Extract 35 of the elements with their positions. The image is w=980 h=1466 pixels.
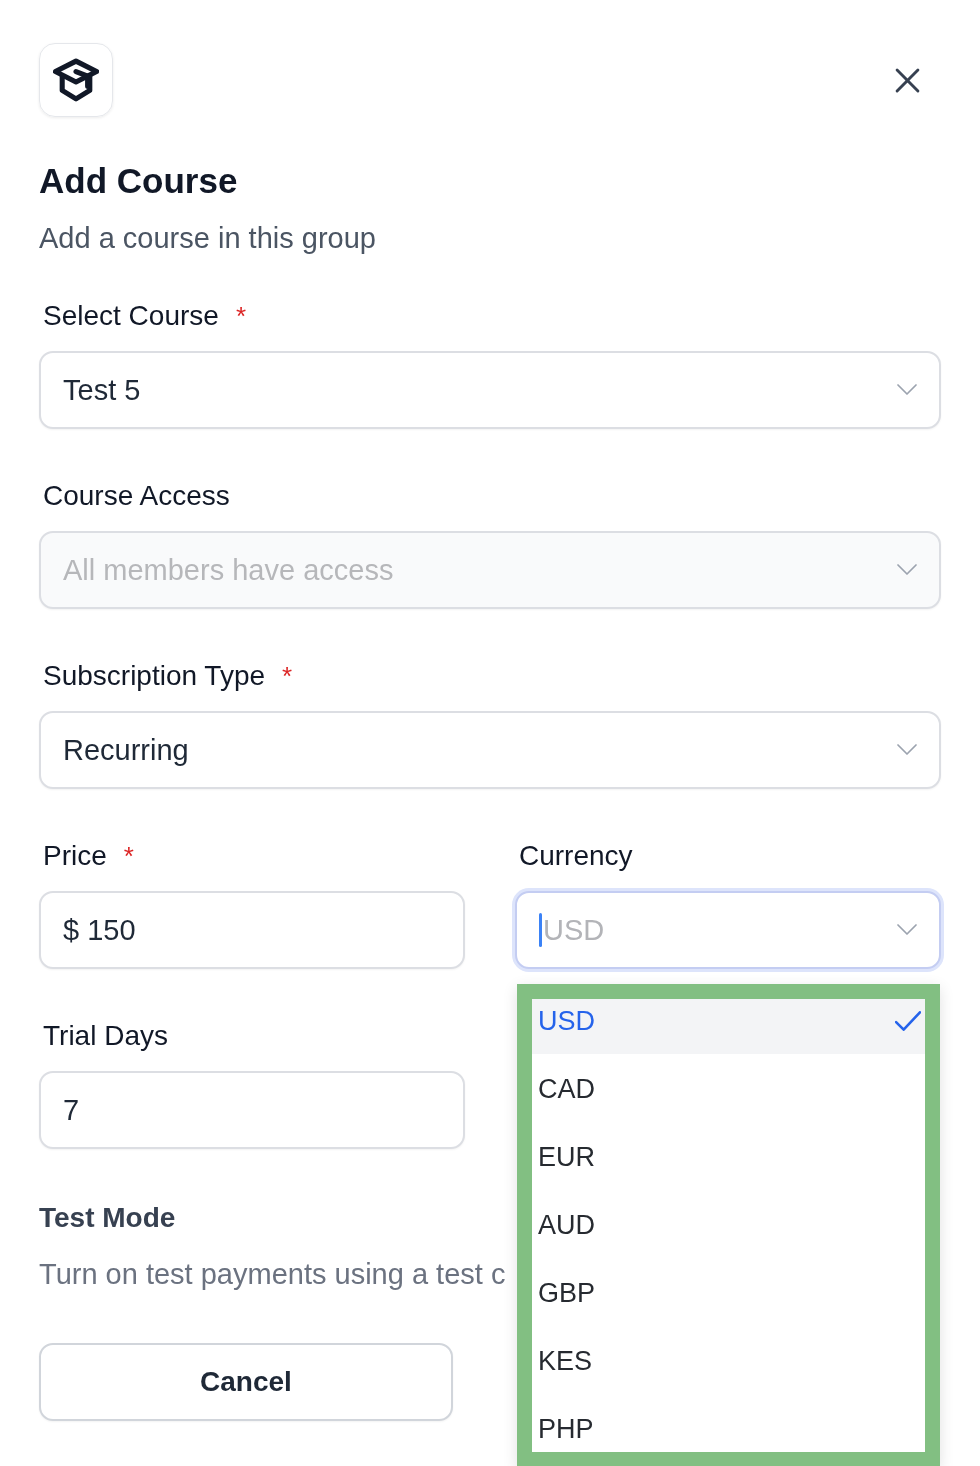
currency-option[interactable]: USD [532, 999, 925, 1054]
chevron-down-icon [897, 564, 917, 576]
chevron-down-icon [897, 384, 917, 396]
text-input[interactable]: $ 150 [39, 891, 465, 969]
currency-select-field[interactable]: USD [515, 891, 941, 969]
field-label: Select Course [43, 299, 219, 333]
close-icon[interactable] [895, 67, 920, 93]
select-field[interactable]: Test 5 [39, 351, 941, 429]
currency-search-input[interactable]: USD [543, 912, 603, 948]
currency-option[interactable]: CAD [532, 1067, 925, 1122]
currency-option[interactable]: KES [532, 1339, 925, 1394]
required-asterisk: * [282, 660, 293, 693]
field-label: Currency [519, 839, 633, 873]
currency-option[interactable]: PHP [532, 1407, 925, 1451]
chevron-down-icon [897, 924, 917, 936]
chevron-down-icon [897, 744, 917, 756]
text-input[interactable]: 7 [39, 1071, 465, 1149]
cancel-button[interactable]: Cancel [39, 1343, 453, 1421]
required-asterisk: * [123, 840, 134, 873]
field-label: Course Access [43, 479, 230, 513]
required-asterisk: * [235, 300, 246, 333]
test-mode-description: Turn on test payments using a test c [39, 1257, 506, 1292]
graduation-cap-icon [39, 43, 113, 117]
currency-option[interactable]: GBP [532, 1271, 925, 1326]
select-field[interactable]: Recurring [39, 711, 941, 789]
dialog-title: Add Course [39, 160, 239, 202]
check-icon [895, 1011, 921, 1031]
dialog-subtitle: Add a course in this group [39, 221, 377, 256]
test-mode-title: Test Mode [39, 1201, 176, 1235]
field-label: Subscription Type [43, 659, 266, 693]
field-label: Price [43, 839, 107, 873]
currency-option[interactable]: AUD [532, 1203, 925, 1258]
currency-option[interactable]: EUR [532, 1135, 925, 1190]
field-label: Trial Days [43, 1019, 168, 1053]
text-cursor-icon [539, 913, 542, 947]
